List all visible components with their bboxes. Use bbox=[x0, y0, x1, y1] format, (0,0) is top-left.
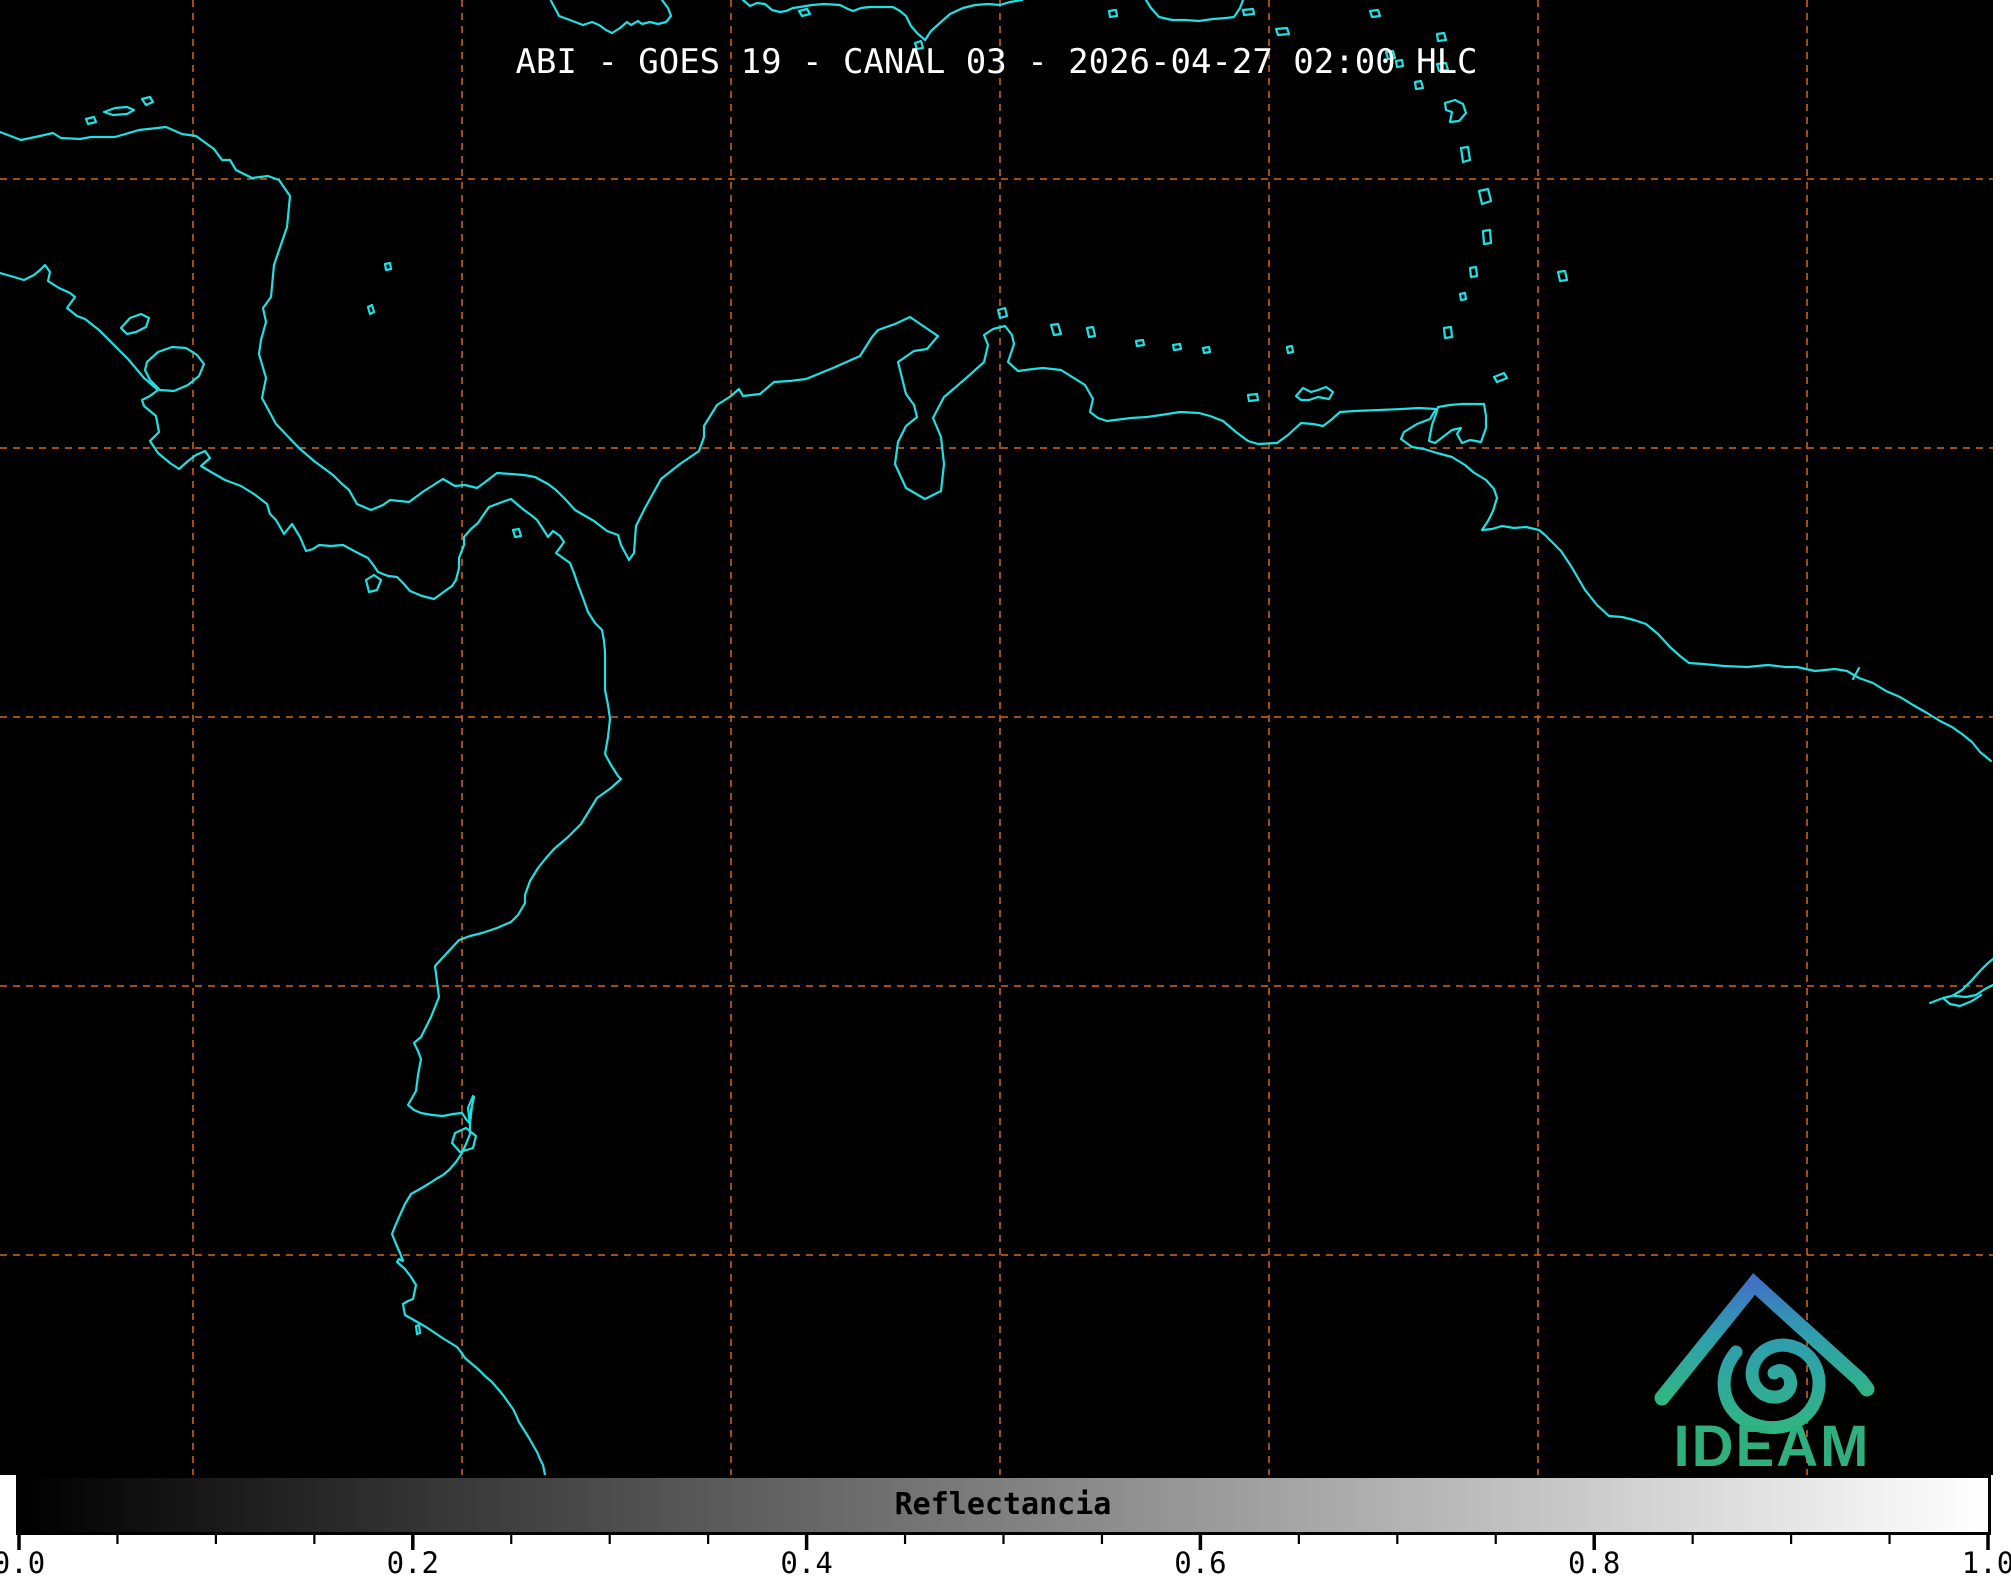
martinique-island bbox=[1479, 189, 1491, 204]
la-orchila-island bbox=[1203, 347, 1210, 353]
grenadines-island bbox=[1460, 293, 1466, 300]
caribbean-mainland-coast bbox=[0, 127, 1991, 761]
roatan-island bbox=[104, 107, 134, 115]
curacao-island bbox=[1051, 324, 1061, 335]
colorbar-tick-label: 0.6 bbox=[1174, 1546, 1226, 1580]
colorbar-ticks bbox=[0, 1535, 2011, 1552]
montserrat-island bbox=[1415, 81, 1423, 89]
puerto-rico-south-coast bbox=[1146, 0, 1243, 21]
st-croix-island bbox=[1276, 28, 1289, 35]
map-title: ABI - GOES 19 - CANAL 03 - 2026-04-27 02… bbox=[0, 42, 1993, 82]
ideam-logo-text: IDEAM bbox=[1674, 1414, 1871, 1475]
pacific-mainland-coast bbox=[0, 265, 621, 1475]
mona-island bbox=[1109, 10, 1117, 17]
providencia-island bbox=[385, 263, 391, 270]
barbuda-island bbox=[1437, 33, 1446, 41]
lake-managua bbox=[121, 314, 149, 334]
lobos-de-tierra-island bbox=[416, 1325, 420, 1334]
guanaja-island bbox=[142, 97, 153, 105]
colorbar-tick-label: 0.4 bbox=[780, 1546, 832, 1580]
satellite-map: ABI - GOES 19 - CANAL 03 - 2026-04-27 02… bbox=[0, 0, 1993, 1475]
la-blanquilla-island bbox=[1287, 346, 1293, 353]
guadeloupe-island bbox=[1445, 100, 1466, 122]
las-aves-island bbox=[1136, 340, 1144, 346]
hispaniola-south-coast bbox=[743, 0, 1022, 40]
los-roques-island bbox=[1173, 344, 1181, 350]
bonaire-island bbox=[1087, 327, 1095, 337]
st-vincent-island bbox=[1470, 267, 1477, 277]
mountain-swirl-icon bbox=[1662, 1284, 1867, 1428]
grenada-island bbox=[1444, 327, 1452, 338]
utila-island bbox=[86, 117, 96, 124]
colorbar-tick-label: 0.2 bbox=[387, 1546, 439, 1580]
vieques-island bbox=[1243, 9, 1254, 15]
coiba-island bbox=[366, 575, 381, 592]
ile-a-vache bbox=[799, 9, 810, 16]
ideam-logo: IDEAM bbox=[1650, 1240, 1895, 1475]
lake-nicaragua bbox=[145, 347, 204, 391]
colorbar-tick-label: 1.0 bbox=[1962, 1546, 2011, 1580]
trinidad-island bbox=[1429, 404, 1486, 443]
san-andres-island bbox=[368, 305, 374, 314]
margarita-island bbox=[1296, 387, 1333, 400]
colorbar-tick-label: 0.0 bbox=[0, 1546, 45, 1580]
la-tortuga-island bbox=[1248, 394, 1258, 401]
st-martin-island bbox=[1370, 10, 1380, 17]
colorbar-label: Reflectancia bbox=[895, 1487, 1112, 1522]
jamaica bbox=[551, 0, 671, 33]
pearl-islands bbox=[513, 529, 521, 537]
st-lucia-island bbox=[1483, 230, 1491, 244]
colorbar-tick-label: 0.8 bbox=[1568, 1546, 1620, 1580]
dominica-island bbox=[1461, 147, 1470, 162]
barbados-island bbox=[1558, 271, 1567, 281]
tobago-island bbox=[1494, 373, 1507, 382]
aruba-island bbox=[998, 308, 1007, 318]
